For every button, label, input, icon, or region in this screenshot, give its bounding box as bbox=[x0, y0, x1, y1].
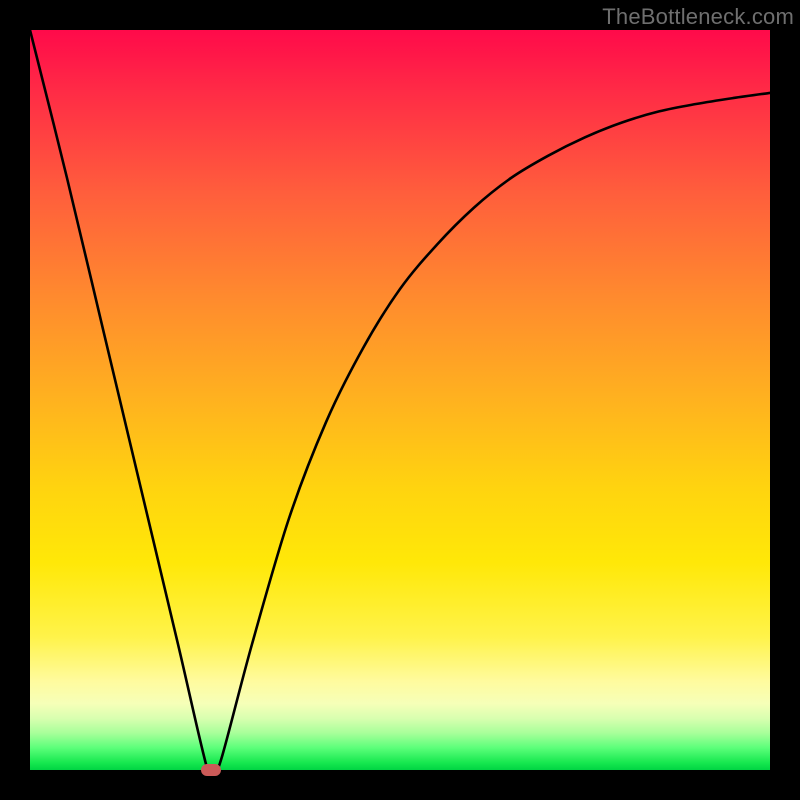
attribution-text: TheBottleneck.com bbox=[602, 4, 794, 30]
bottleneck-curve bbox=[30, 30, 770, 770]
minimum-marker bbox=[201, 764, 221, 776]
chart-frame: TheBottleneck.com bbox=[0, 0, 800, 800]
plot-area bbox=[30, 30, 770, 770]
